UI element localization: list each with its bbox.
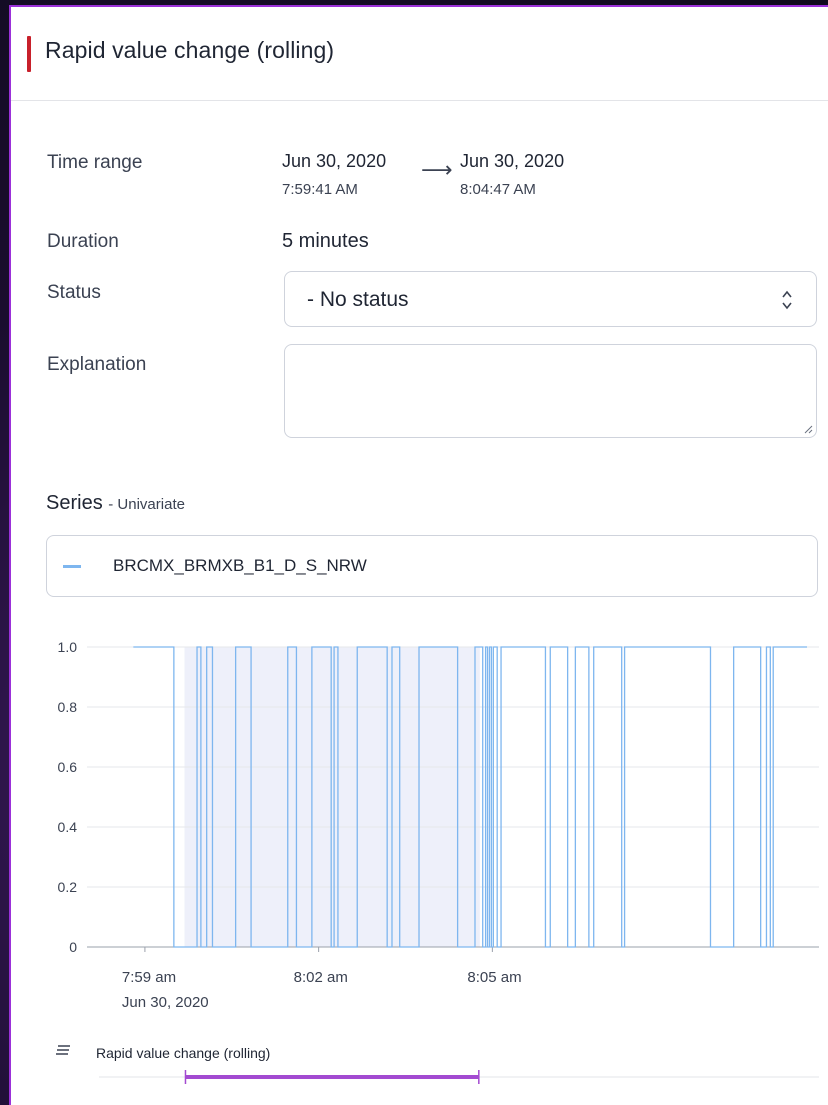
arrow-right-icon: ⟶ [421,157,453,182]
explanation-textarea[interactable] [284,344,817,438]
end-date: Jun 30, 2020 [460,151,565,171]
end-time: 8:04:47 AM [460,181,536,198]
status-label: Status [47,282,101,303]
y-tick-label: 1.0 [58,639,78,655]
timeline-label: Rapid value change (rolling) [96,1045,271,1061]
x-tick-label: 8:02 am [294,969,348,986]
time-range-label: Time range [47,152,143,173]
panel-header: Rapid value change (rolling) [11,7,828,101]
duration-value: 5 minutes [282,230,369,252]
resize-grip-icon[interactable] [803,424,813,434]
status-selected-value: - No status [307,288,409,311]
y-tick-label: 0.4 [58,819,78,835]
severity-accent-bar [27,36,31,72]
x-tick-sublabel: Jun 30, 2020 [122,994,209,1011]
series-heading: Series - Univariate [46,492,185,514]
series-item[interactable]: BRCMX_BRMXB_B1_D_S_NRW [46,535,818,597]
y-tick-label: 0.8 [58,699,78,715]
duration-label: Duration [47,231,119,252]
status-select[interactable]: - No status [284,271,817,327]
series-name: BRCMX_BRMXB_B1_D_S_NRW [113,556,367,575]
start-date: Jun 30, 2020 [282,151,387,171]
anomaly-details-panel: Rapid value change (rolling) Time range … [9,5,828,1105]
panel-title: Rapid value change (rolling) [45,37,335,63]
x-tick-label: 7:59 am [122,969,176,986]
explanation-label: Explanation [47,354,147,375]
y-tick-label: 0.6 [58,759,78,775]
y-tick-label: 0 [69,939,77,955]
series-chart: 1.0 0.8 0.6 0.4 0.2 0 7:59 am Jun 30, 2020 8:02 … [58,639,819,1084]
lines-icon [56,1045,70,1055]
y-tick-label: 0.2 [58,879,78,895]
select-caret-icon [782,290,792,310]
series-subheading: - Univariate [108,496,185,513]
x-tick-label: 8:05 am [467,969,521,986]
series-color-swatch [63,565,81,568]
start-time: 7:59:41 AM [282,181,358,198]
anomaly-highlight-region [184,647,480,947]
